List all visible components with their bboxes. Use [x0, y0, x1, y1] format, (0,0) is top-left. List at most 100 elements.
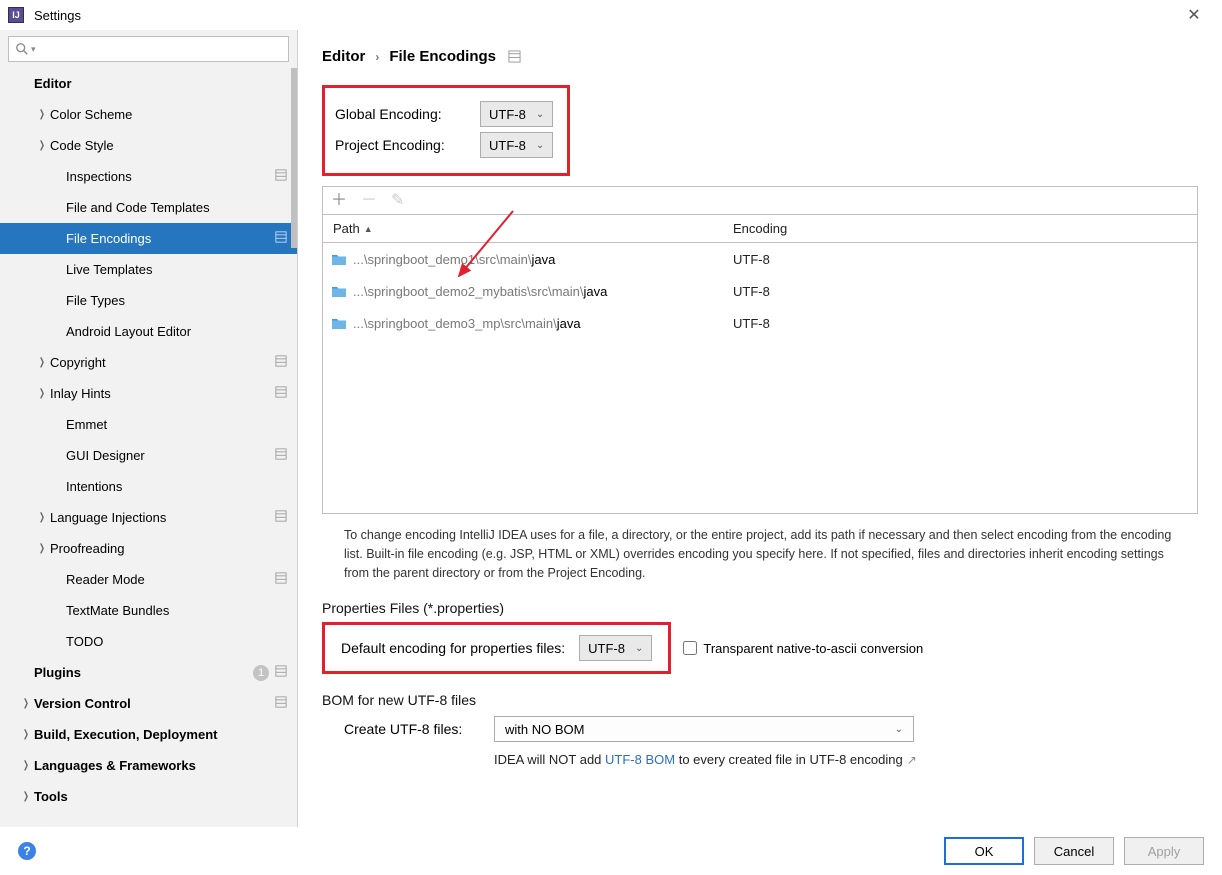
sidebar-item-editor[interactable]: Editor: [0, 68, 297, 99]
sidebar-item-language-injections[interactable]: ❯ Language Injections: [0, 502, 297, 533]
sidebar-item-textmate-bundles[interactable]: TextMate Bundles: [0, 595, 297, 626]
table-row[interactable]: ...\springboot_demo3_mp\src\main\javaUTF…: [323, 307, 1197, 339]
sidebar-item-label: Version Control: [34, 696, 275, 711]
chevron-down-icon: ⌄: [536, 140, 544, 151]
sidebar-item-intentions[interactable]: Intentions: [0, 471, 297, 502]
sidebar-item-color-scheme[interactable]: ❯ Color Scheme: [0, 99, 297, 130]
cancel-button[interactable]: Cancel: [1034, 837, 1114, 865]
sidebar-item-label: Reader Mode: [66, 572, 275, 587]
sidebar-item-label: Inspections: [66, 169, 275, 184]
expand-arrow-icon[interactable]: ❯: [22, 791, 30, 802]
sidebar-item-inspections[interactable]: Inspections: [0, 161, 297, 192]
project-encoding-label: Project Encoding:: [335, 137, 480, 153]
properties-encoding-combo[interactable]: UTF-8 ⌄: [579, 635, 652, 661]
edit-button[interactable]: ✎: [391, 193, 404, 209]
sort-asc-icon: ▲: [364, 224, 373, 234]
expand-arrow-icon[interactable]: ❯: [22, 729, 30, 740]
help-button[interactable]: ?: [18, 842, 36, 860]
sidebar-item-inlay-hints[interactable]: ❯Inlay Hints: [0, 378, 297, 409]
content-panel: Editor › File Encodings Global Encoding:…: [298, 30, 1222, 827]
encoding-cell[interactable]: UTF-8: [723, 316, 1197, 331]
sidebar-item-label: TextMate Bundles: [66, 603, 287, 618]
sidebar-item-reader-mode[interactable]: Reader Mode: [0, 564, 297, 595]
scrollbar-thumb[interactable]: [291, 68, 297, 248]
transparent-ascii-checkbox[interactable]: Transparent native-to-ascii conversion: [683, 641, 923, 656]
checkbox-input[interactable]: [683, 641, 697, 655]
annotation-red-box-properties: Default encoding for properties files: U…: [322, 622, 671, 674]
add-button[interactable]: ＋: [331, 193, 347, 209]
bom-create-label: Create UTF-8 files:: [344, 721, 482, 737]
project-scope-icon: [275, 665, 287, 680]
sidebar-item-emmet[interactable]: Emmet: [0, 409, 297, 440]
sidebar-item-file-and-code-templates[interactable]: File and Code Templates: [0, 192, 297, 223]
encoding-table: Path ▲ Encoding ...\springboot_demo1\src…: [322, 214, 1198, 514]
sidebar-item-label: Live Templates: [66, 262, 287, 277]
expand-arrow-icon[interactable]: ❯: [38, 357, 46, 368]
project-scope-icon: [275, 510, 287, 525]
encoding-cell[interactable]: UTF-8: [723, 252, 1197, 267]
sidebar-item-code-style[interactable]: ❯ Code Style: [0, 130, 297, 161]
project-scope-icon: [275, 231, 287, 246]
ok-button[interactable]: OK: [944, 837, 1024, 865]
sidebar-item-file-encodings[interactable]: File Encodings: [0, 223, 297, 254]
search-input-wrap[interactable]: ▾: [8, 36, 289, 62]
apply-button[interactable]: Apply: [1124, 837, 1204, 865]
external-link-icon: ↗: [907, 753, 917, 767]
table-row[interactable]: ...\springboot_demo2_mybatis\src\main\ja…: [323, 275, 1197, 307]
sidebar-item-label: Intentions: [66, 479, 287, 494]
sidebar-item-label: Emmet: [66, 417, 287, 432]
expand-arrow-icon[interactable]: ❯: [22, 760, 30, 771]
sidebar-item-file-types[interactable]: File Types: [0, 285, 297, 316]
encoding-cell[interactable]: UTF-8: [723, 284, 1197, 299]
sidebar-item-label: Language Injections: [50, 510, 275, 525]
sidebar-item-todo[interactable]: TODO: [0, 626, 297, 657]
breadcrumb-separator-icon: ›: [375, 50, 379, 64]
settings-tree[interactable]: Editor ❯ Color Scheme ❯ Code Style Inspection…: [0, 68, 297, 827]
path-cell: ...\springboot_demo1\src\main\java: [323, 252, 723, 267]
sidebar-item-gui-designer[interactable]: GUI Designer: [0, 440, 297, 471]
search-input[interactable]: [40, 42, 282, 57]
column-header-encoding[interactable]: Encoding: [723, 215, 1197, 242]
expand-arrow-icon[interactable]: ❯: [38, 140, 46, 151]
sidebar-item-label: Code Style: [50, 138, 287, 153]
sidebar-item-plugins[interactable]: Plugins1: [0, 657, 297, 688]
expand-arrow-icon[interactable]: ❯: [22, 698, 30, 709]
table-row[interactable]: ...\springboot_demo1\src\main\javaUTF-8: [323, 243, 1197, 275]
expand-arrow-icon[interactable]: ❯: [38, 388, 46, 399]
properties-encoding-label: Default encoding for properties files:: [341, 640, 565, 656]
bom-section-label: BOM for new UTF-8 files: [322, 692, 1198, 708]
sidebar-item-proofreading[interactable]: ❯Proofreading: [0, 533, 297, 564]
app-icon: IJ: [8, 7, 24, 23]
sidebar-item-label: Languages & Frameworks: [34, 758, 287, 773]
close-icon[interactable]: ✕: [1174, 5, 1214, 25]
sidebar-item-label: Color Scheme: [50, 107, 287, 122]
folder-icon: [331, 253, 347, 266]
project-encoding-combo[interactable]: UTF-8 ⌄: [480, 132, 553, 158]
column-header-path[interactable]: Path ▲: [323, 215, 723, 242]
sidebar-item-label: File and Code Templates: [66, 200, 287, 215]
sidebar-item-build-execution-deployment[interactable]: ❯Build, Execution, Deployment: [0, 719, 297, 750]
search-dropdown-chevron-icon[interactable]: ▾: [31, 44, 36, 55]
chevron-down-icon: ⌄: [635, 643, 643, 654]
help-text: To change encoding IntelliJ IDEA uses fo…: [322, 514, 1198, 594]
sidebar-item-tools[interactable]: ❯Tools: [0, 781, 297, 812]
expand-arrow-icon[interactable]: ❯: [38, 109, 46, 120]
sidebar-item-label: Android Layout Editor: [66, 324, 287, 339]
breadcrumb-parent[interactable]: Editor: [322, 48, 365, 65]
utf8-bom-link[interactable]: UTF-8 BOM: [605, 752, 675, 767]
sidebar-item-label: Copyright: [50, 355, 275, 370]
expand-arrow-icon[interactable]: ❯: [38, 543, 46, 554]
sidebar-item-label: Plugins: [34, 665, 253, 680]
sidebar-item-copyright[interactable]: ❯ Copyright: [0, 347, 297, 378]
remove-button[interactable]: －: [361, 193, 377, 209]
sidebar-item-version-control[interactable]: ❯ Version Control: [0, 688, 297, 719]
global-encoding-combo[interactable]: UTF-8 ⌄: [480, 101, 553, 127]
sidebar-item-languages-frameworks[interactable]: ❯ Languages & Frameworks: [0, 750, 297, 781]
sidebar-item-live-templates[interactable]: Live Templates: [0, 254, 297, 285]
bom-combo[interactable]: with NO BOM ⌄: [494, 716, 914, 742]
bom-hint: IDEA will NOT add UTF-8 BOM to every cre…: [322, 752, 1198, 767]
breadcrumb-current: File Encodings: [389, 48, 496, 65]
sidebar-item-android-layout-editor[interactable]: Android Layout Editor: [0, 316, 297, 347]
expand-arrow-icon[interactable]: ❯: [38, 512, 46, 523]
window-title: Settings: [34, 8, 1174, 23]
